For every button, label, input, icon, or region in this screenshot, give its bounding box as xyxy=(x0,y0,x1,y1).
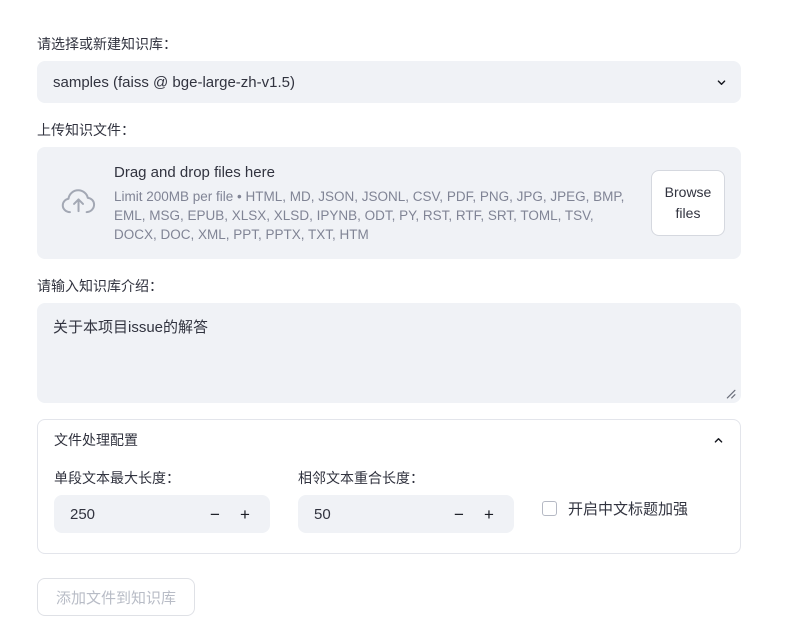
knowledge-base-upload-page: 请选择或新建知识库： samples (faiss @ bge-large-zh… xyxy=(0,0,787,626)
overlap-size-value[interactable]: 50 xyxy=(314,506,448,523)
upload-section: 上传知识文件： Drag and drop files here Limit 2… xyxy=(37,120,741,260)
expander-body: 单段文本最大长度： 250 − + 相邻文本重合长度： 50 − + 开启中文标… xyxy=(54,460,724,534)
zh-title-enhance-label[interactable]: 开启中文标题加强 xyxy=(568,498,688,519)
overlap-size-group: 相邻文本重合长度： 50 − + xyxy=(298,468,514,534)
chunk-size-stepper[interactable]: 250 − + xyxy=(54,495,270,534)
chunk-size-label: 单段文本最大长度： xyxy=(54,470,180,487)
intro-textarea[interactable]: 关于本项目issue的解答 xyxy=(37,303,741,404)
overlap-size-increment-button[interactable]: + xyxy=(478,503,500,525)
overlap-size-label: 相邻文本重合长度： xyxy=(298,470,424,487)
chevron-up-icon[interactable] xyxy=(713,435,724,446)
intro-label: 请输入知识库介绍： xyxy=(37,278,163,295)
expander-header[interactable]: 文件处理配置 xyxy=(54,420,724,460)
intro-section: 请输入知识库介绍： 关于本项目issue的解答 xyxy=(37,276,741,404)
chevron-down-icon xyxy=(717,79,726,85)
file-dropzone[interactable]: Drag and drop files here Limit 200MB per… xyxy=(37,147,741,260)
add-files-to-kb-button[interactable]: 添加文件到知识库 xyxy=(37,578,196,617)
intro-textarea-value[interactable]: 关于本项目issue的解答 xyxy=(53,317,725,340)
upload-label: 上传知识文件： xyxy=(37,122,135,138)
file-process-config-expander: 文件处理配置 单段文本最大长度： 250 − + 相邻文本重合长度： 50 − … xyxy=(37,419,741,555)
chunk-size-increment-button[interactable]: + xyxy=(234,503,256,525)
chunk-size-group: 单段文本最大长度： 250 − + xyxy=(54,468,270,534)
chunk-size-value[interactable]: 250 xyxy=(70,506,204,523)
dropzone-title: Drag and drop files here xyxy=(114,164,275,181)
kb-select-section: 请选择或新建知识库： samples (faiss @ bge-large-zh… xyxy=(37,0,741,103)
kb-select[interactable]: samples (faiss @ bge-large-zh-v1.5) xyxy=(37,61,741,103)
chunk-size-decrement-button[interactable]: − xyxy=(204,503,226,525)
zh-title-enhance-checkbox[interactable] xyxy=(542,501,557,517)
kb-select-label: 请选择或新建知识库： xyxy=(37,36,177,52)
cloud-upload-icon xyxy=(61,189,96,214)
resize-handle-icon[interactable] xyxy=(723,386,736,399)
dropzone-text: Drag and drop files here Limit 200MB per… xyxy=(114,162,637,244)
expander-title: 文件处理配置 xyxy=(54,432,138,449)
overlap-size-stepper[interactable]: 50 − + xyxy=(298,495,514,534)
kb-select-value: samples (faiss @ bge-large-zh-v1.5) xyxy=(53,73,295,91)
zh-title-enhance-row[interactable]: 开启中文标题加强 xyxy=(542,498,688,519)
dropzone-limit-text: Limit 200MB per file • HTML, MD, JSON, J… xyxy=(114,188,625,243)
browse-files-button[interactable]: Browse files xyxy=(651,170,725,237)
overlap-size-decrement-button[interactable]: − xyxy=(448,503,470,525)
